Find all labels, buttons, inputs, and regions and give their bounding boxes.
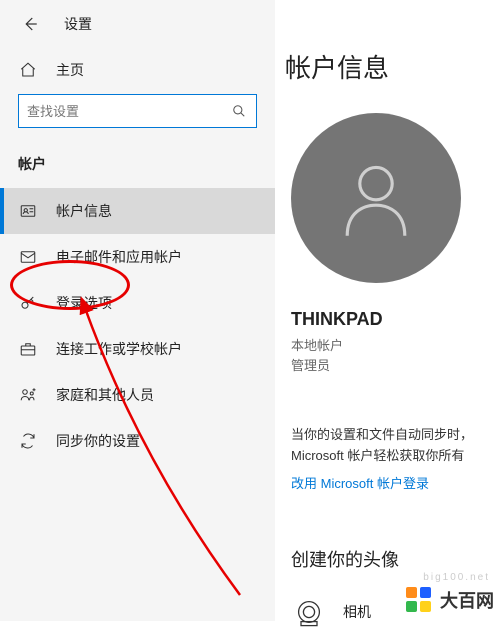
camera-label: 相机 bbox=[343, 602, 371, 622]
home-nav[interactable]: 主页 bbox=[0, 46, 275, 94]
sync-description: 当你的设置和文件自动同步时， Microsoft 帐户轻松获取你所有 bbox=[291, 425, 500, 467]
camera-option[interactable]: 相机 bbox=[291, 594, 500, 630]
ms-account-login-link[interactable]: 改用 Microsoft 帐户登录 bbox=[291, 473, 500, 492]
avatar-heading: 创建你的头像 bbox=[291, 546, 500, 572]
account-role: 管理员 bbox=[291, 358, 330, 373]
mail-icon bbox=[19, 248, 37, 266]
camera-icon bbox=[293, 596, 325, 628]
sidebar-item-label: 同步你的设置 bbox=[56, 431, 140, 451]
sidebar-item-label: 帐户信息 bbox=[56, 201, 112, 221]
sidebar-item-label: 连接工作或学校帐户 bbox=[56, 339, 182, 359]
arrow-left-icon bbox=[21, 15, 39, 33]
sidebar-item-label: 电子邮件和应用帐户 bbox=[56, 247, 182, 267]
sync-icon bbox=[19, 432, 37, 450]
settings-title: 设置 bbox=[64, 14, 92, 34]
key-icon bbox=[19, 294, 37, 312]
home-icon bbox=[19, 61, 37, 79]
back-button[interactable] bbox=[18, 12, 42, 36]
sidebar-section-title: 帐户 bbox=[0, 146, 275, 188]
user-meta: 本地帐户 管理员 bbox=[291, 336, 500, 375]
sidebar-item-sync[interactable]: 同步你的设置 bbox=[0, 418, 275, 464]
sidebar-item-account-info[interactable]: 帐户信息 bbox=[0, 188, 275, 234]
sidebar-item-label: 登录选项 bbox=[56, 293, 112, 313]
sidebar-item-work-school[interactable]: 连接工作或学校帐户 bbox=[0, 326, 275, 372]
search-icon bbox=[230, 102, 248, 120]
sidebar-item-signin-options[interactable]: 登录选项 bbox=[0, 280, 275, 326]
user-silhouette-icon bbox=[331, 153, 421, 243]
family-icon bbox=[19, 386, 37, 404]
home-label: 主页 bbox=[56, 60, 84, 80]
user-name: THINKPAD bbox=[291, 309, 500, 330]
sidebar-item-family[interactable]: 家庭和其他人员 bbox=[0, 372, 275, 418]
account-type: 本地帐户 bbox=[291, 338, 343, 353]
briefcase-icon bbox=[19, 340, 37, 358]
page-title: 帐户信息 bbox=[285, 48, 500, 85]
avatar bbox=[291, 113, 461, 283]
search-box[interactable] bbox=[18, 94, 257, 128]
user-badge-icon bbox=[19, 202, 37, 220]
sidebar-item-email[interactable]: 电子邮件和应用帐户 bbox=[0, 234, 275, 280]
sidebar-item-label: 家庭和其他人员 bbox=[56, 385, 154, 405]
search-input[interactable] bbox=[27, 104, 230, 119]
